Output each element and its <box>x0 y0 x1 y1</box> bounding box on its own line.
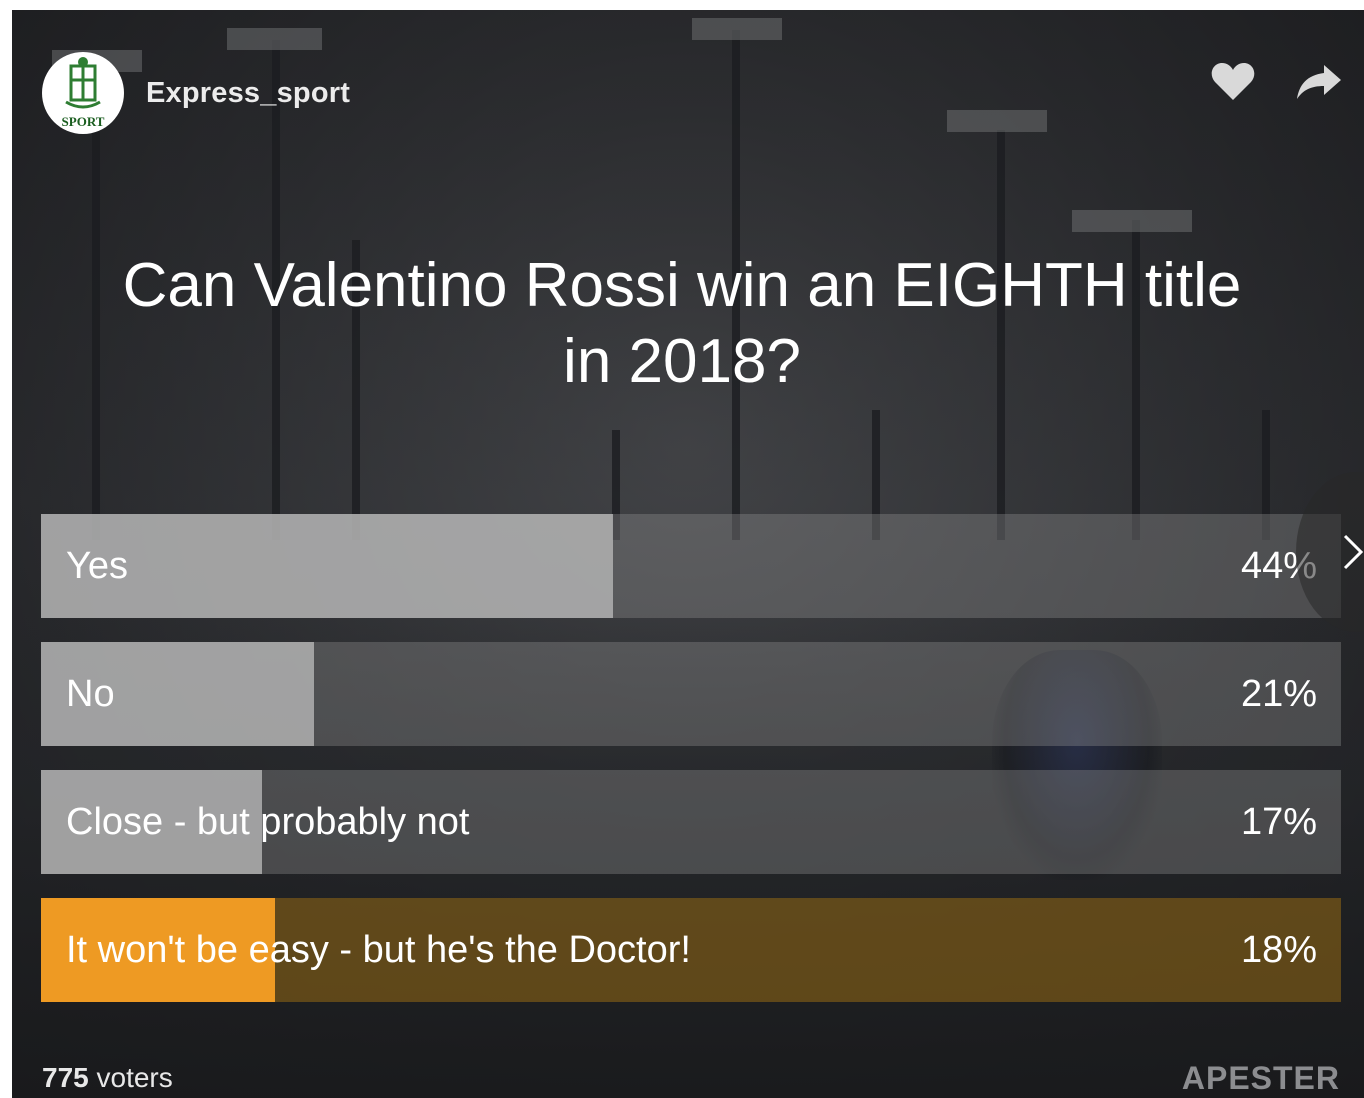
option-percent: 17% <box>1240 801 1317 843</box>
option-label: Yes <box>66 545 128 587</box>
poll-option-doctor[interactable]: It won't be easy - but he's the Doctor! … <box>41 898 1341 1002</box>
shield-knight-icon: SPORT <box>62 57 105 129</box>
poll-option-no[interactable]: No 21% <box>41 642 1341 746</box>
voters-count: 775 voters <box>42 1062 173 1094</box>
chevron-right-icon <box>1343 534 1364 570</box>
poll-card: SPORT Express_sport Can Valentino Rossi … <box>12 10 1364 1098</box>
apester-logo[interactable]: APESTER <box>1182 1060 1340 1097</box>
option-percent: 18% <box>1240 929 1317 971</box>
publisher-header: SPORT Express_sport <box>42 52 350 134</box>
voters-label: voters <box>96 1062 173 1093</box>
poll-options: Yes 44% No 21% Close - but probably not … <box>41 514 1341 1026</box>
option-label: Close - but probably not <box>66 801 470 843</box>
poll-option-close[interactable]: Close - but probably not 17% <box>41 770 1341 874</box>
publisher-name[interactable]: Express_sport <box>146 77 350 110</box>
heart-icon[interactable] <box>1210 62 1256 107</box>
publisher-avatar[interactable]: SPORT <box>42 52 124 134</box>
share-arrow-icon[interactable] <box>1296 63 1342 106</box>
option-percent: 21% <box>1240 673 1317 715</box>
option-label: No <box>66 673 115 715</box>
poll-option-yes[interactable]: Yes 44% <box>41 514 1341 618</box>
option-label: It won't be easy - but he's the Doctor! <box>66 929 691 971</box>
voters-number: 775 <box>42 1062 89 1093</box>
top-actions <box>1210 62 1342 107</box>
poll-question: Can Valentino Rossi win an EIGHTH title … <box>122 251 1242 396</box>
svg-text:SPORT: SPORT <box>62 114 105 129</box>
